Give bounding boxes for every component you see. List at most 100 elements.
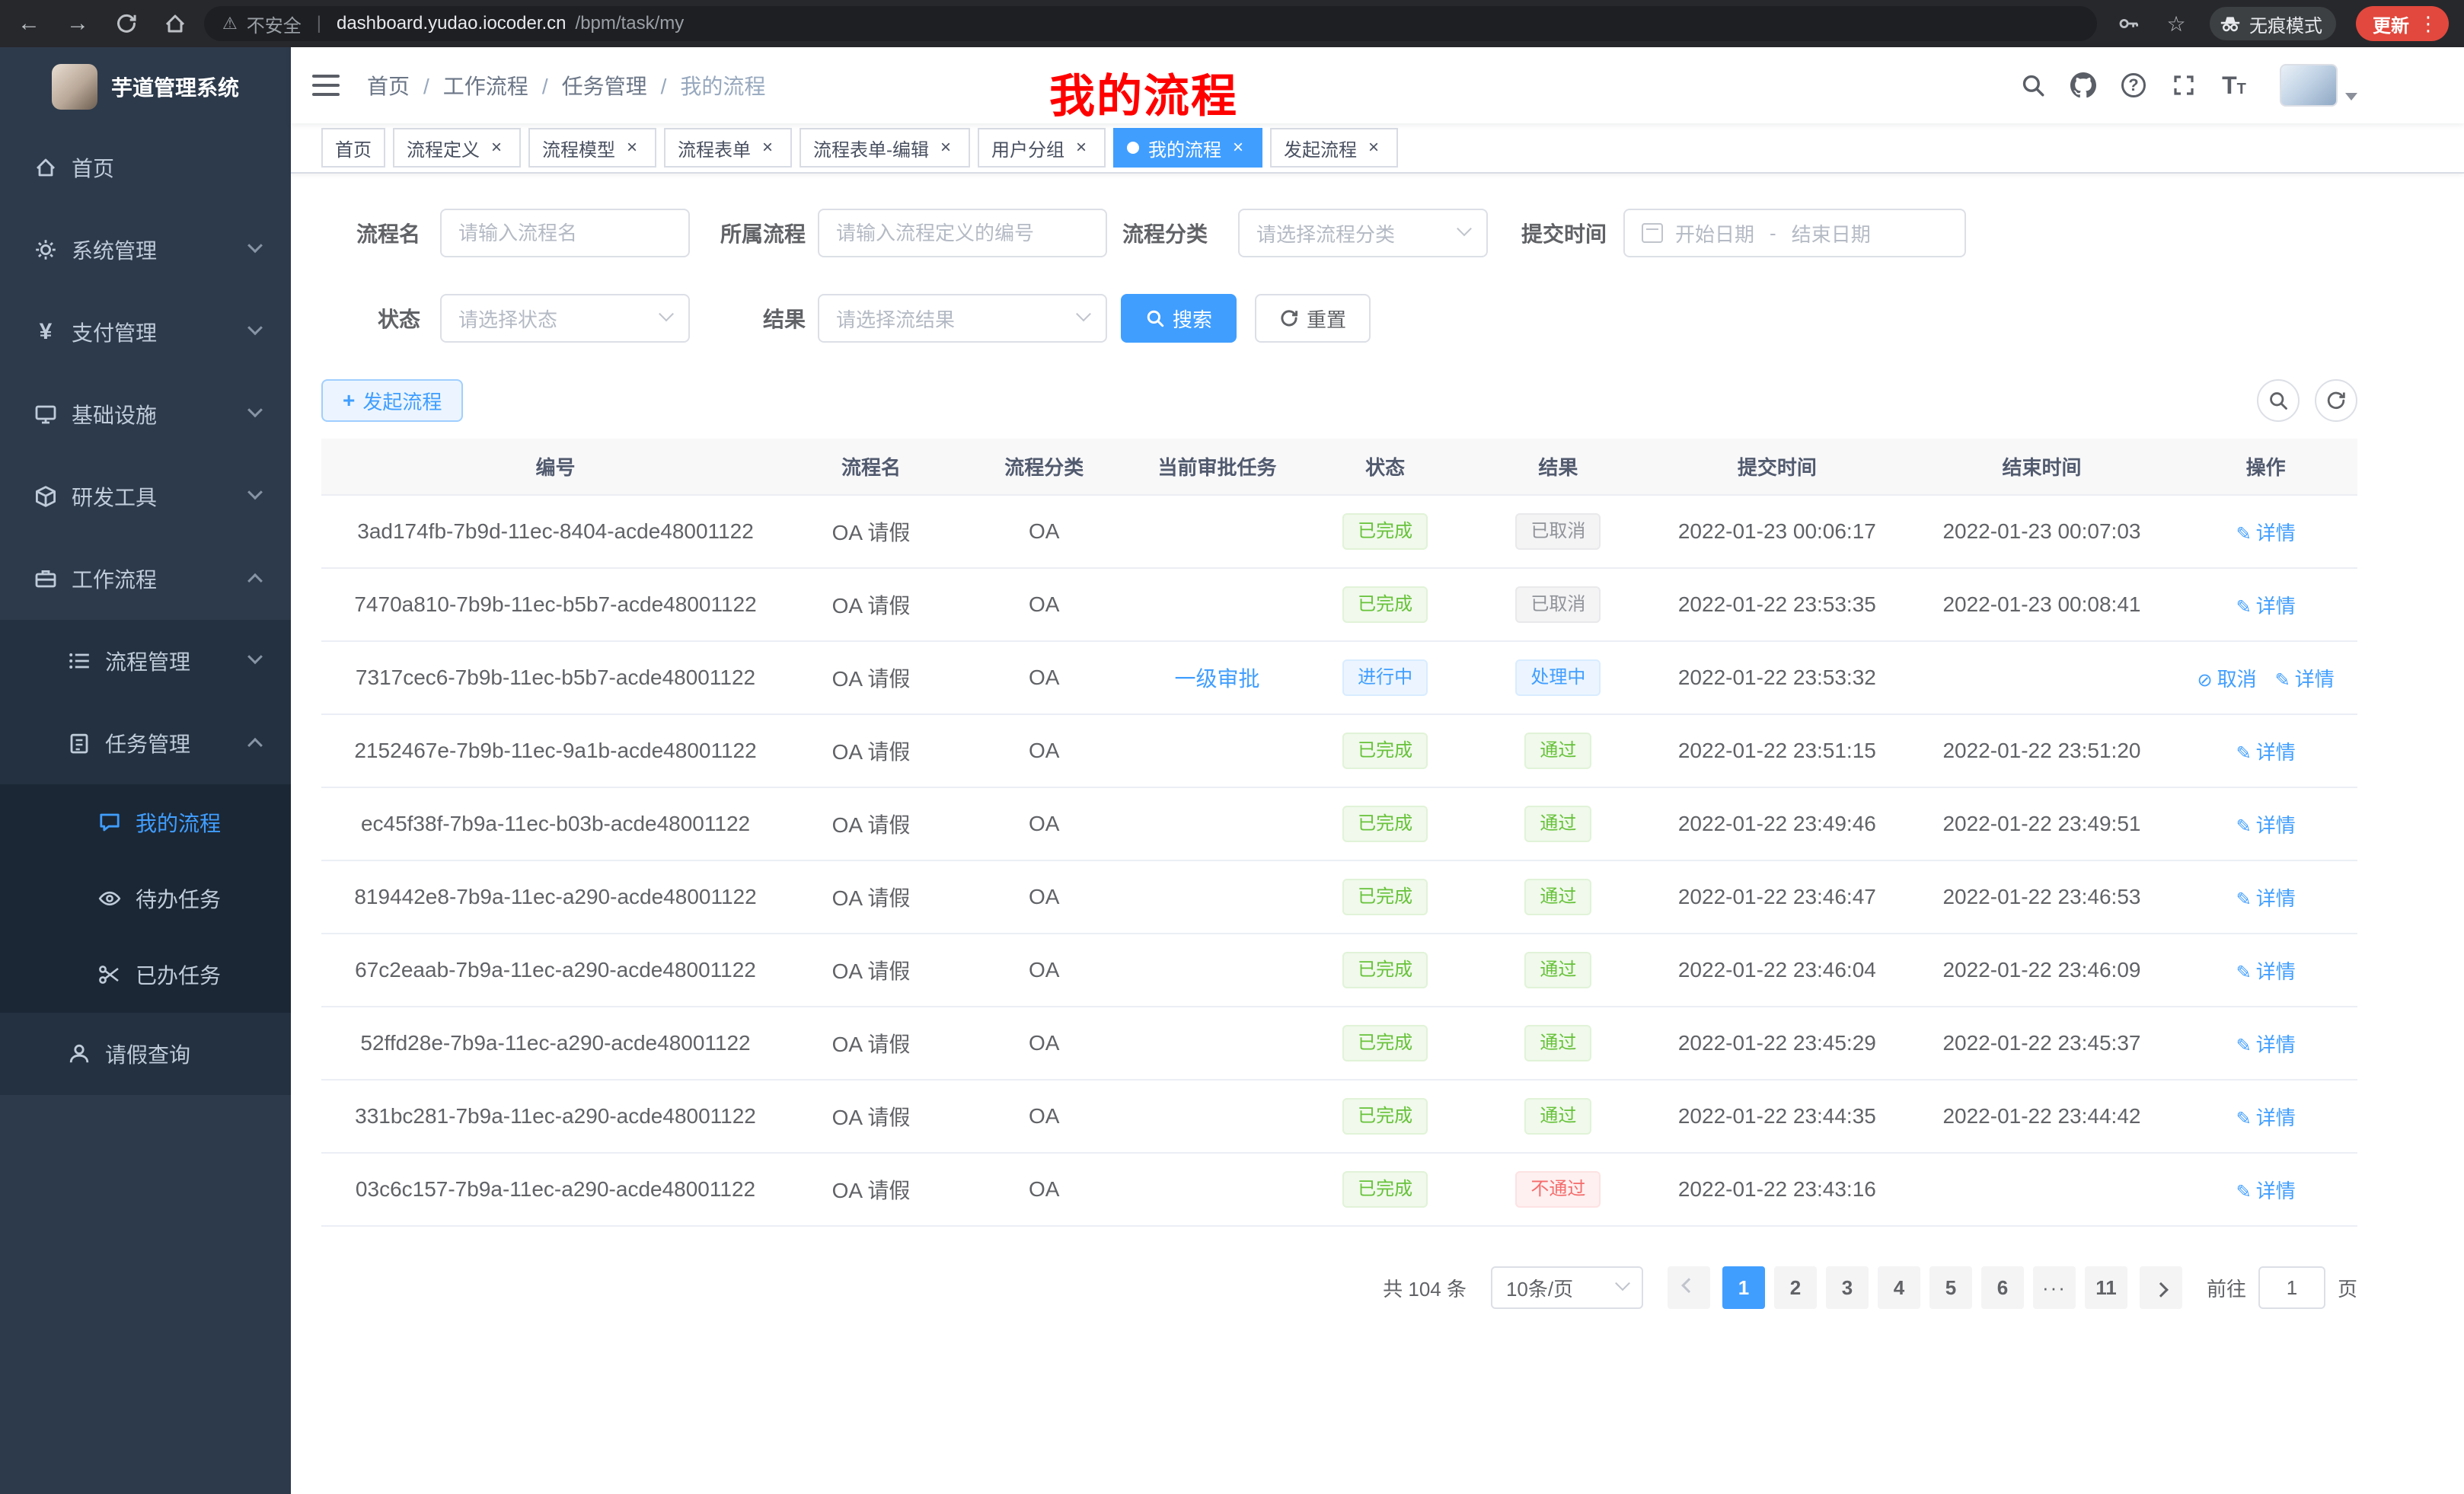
close-icon[interactable] <box>621 137 643 158</box>
tab-label: 流程表单-编辑 <box>813 135 929 161</box>
font-size-icon[interactable] <box>2220 72 2248 99</box>
cell-actions: 取消详情 <box>2174 641 2357 714</box>
password-key-icon[interactable] <box>2115 10 2143 37</box>
avatar[interactable] <box>2280 64 2338 107</box>
sidebar-item-my-process[interactable]: 我的流程 <box>0 784 291 860</box>
detail-action-link[interactable]: 详情 <box>2236 522 2296 544</box>
pagination-prev-button[interactable] <box>1668 1266 1710 1309</box>
detail-action-link[interactable]: 详情 <box>2236 887 2296 910</box>
chevron-right-icon <box>2153 1282 2169 1298</box>
browser-update-button[interactable]: 更新 <box>2356 6 2449 41</box>
sidebar-item-label: 系统管理 <box>72 235 157 265</box>
sidebar-item-todo-tasks[interactable]: 待办任务 <box>0 860 291 937</box>
breadcrumb-item[interactable]: 首页 <box>367 70 429 101</box>
detail-action-link[interactable]: 详情 <box>2236 1033 2296 1056</box>
hamburger-icon[interactable] <box>312 75 340 96</box>
result-select[interactable]: 请选择流结果 <box>818 294 1107 343</box>
tab-user-group[interactable]: 用户分组 <box>978 128 1106 168</box>
close-icon[interactable] <box>1227 137 1249 158</box>
owner-process-input[interactable] <box>836 222 1089 245</box>
current-task-link[interactable]: 一级审批 <box>1175 667 1260 691</box>
github-icon[interactable] <box>2070 72 2097 99</box>
pagination-page-5[interactable]: 5 <box>1929 1266 1972 1309</box>
reset-button[interactable]: 重置 <box>1255 294 1371 343</box>
tab-process-model[interactable]: 流程模型 <box>528 128 656 168</box>
tab-start-process[interactable]: 发起流程 <box>1270 128 1398 168</box>
sidebar-item-devtools[interactable]: 研发工具 <box>0 455 291 538</box>
breadcrumb-item[interactable]: 任务管理 <box>562 70 667 101</box>
fullscreen-icon[interactable] <box>2170 72 2197 99</box>
pagination: 共 104 条 10条/页 123456···11 前往 页 <box>321 1266 2357 1309</box>
pagination-page-4[interactable]: 4 <box>1878 1266 1920 1309</box>
sidebar-item-leave-query[interactable]: 请假查询 <box>0 1013 291 1095</box>
close-icon[interactable] <box>935 137 956 158</box>
cell-process-id: 7317cec6-7b9b-11ec-b5b7-acde48001122 <box>321 641 790 714</box>
cell-process-id: 7470a810-7b9b-11ec-b5b7-acde48001122 <box>321 568 790 641</box>
column-header: 状态 <box>1299 439 1472 495</box>
cancel-action-link[interactable]: 取消 <box>2197 668 2257 691</box>
browser-reload-icon[interactable] <box>113 10 140 37</box>
date-range-picker[interactable]: 开始日期 - 结束日期 <box>1623 209 1966 257</box>
address-bar[interactable]: 不安全 | dashboard.yudao.iocoder.cn/bpm/tas… <box>204 6 2097 41</box>
goto-page-input[interactable] <box>2258 1266 2325 1309</box>
help-icon[interactable] <box>2120 72 2147 99</box>
status-select[interactable]: 请选择状态 <box>440 294 690 343</box>
pagination-page-6[interactable]: 6 <box>1981 1266 2024 1309</box>
user-menu[interactable] <box>2280 64 2357 107</box>
show-search-button[interactable] <box>2257 379 2300 422</box>
browser-menu-icon[interactable] <box>2418 12 2438 36</box>
sidebar-item-workflow[interactable]: 工作流程 <box>0 538 291 620</box>
close-icon[interactable] <box>1363 137 1384 158</box>
page-size-select[interactable]: 10条/页 <box>1491 1266 1643 1309</box>
close-icon[interactable] <box>486 137 507 158</box>
detail-action-link[interactable]: 详情 <box>2236 741 2296 764</box>
create-process-button[interactable]: 发起流程 <box>321 379 463 422</box>
tab-process-form[interactable]: 流程表单 <box>664 128 792 168</box>
browser-forward-icon[interactable]: → <box>64 10 91 37</box>
cell-current-task <box>1136 714 1299 787</box>
category-select[interactable]: 请选择流程分类 <box>1238 209 1488 257</box>
tab-process-definition[interactable]: 流程定义 <box>393 128 521 168</box>
browser-home-icon[interactable] <box>161 10 189 37</box>
sidebar-item-home[interactable]: 首页 <box>0 126 291 209</box>
detail-action-link[interactable]: 详情 <box>2275 668 2335 691</box>
cell-actions: 详情 <box>2174 495 2357 568</box>
tab-process-form-edit[interactable]: 流程表单-编辑 <box>800 128 970 168</box>
tab-home[interactable]: 首页 <box>321 128 385 168</box>
close-icon[interactable] <box>757 137 778 158</box>
browser-back-icon[interactable]: ← <box>15 10 43 37</box>
bookmark-star-icon[interactable] <box>2162 10 2190 37</box>
cell-end-time <box>1910 641 2175 714</box>
sidebar-item-task-management[interactable]: 任务管理 <box>0 702 291 784</box>
detail-action-link[interactable]: 详情 <box>2236 960 2296 983</box>
refresh-table-button[interactable] <box>2315 379 2357 422</box>
detail-action-link[interactable]: 详情 <box>2236 595 2296 618</box>
tab-my-process[interactable]: 我的流程 <box>1113 128 1262 168</box>
process-name-input[interactable] <box>458 222 672 245</box>
breadcrumb-item[interactable]: 工作流程 <box>443 70 548 101</box>
pagination-page-1[interactable]: 1 <box>1722 1266 1765 1309</box>
cell-current-task <box>1136 1153 1299 1226</box>
pagination-next-button[interactable] <box>2140 1266 2182 1309</box>
sidebar-item-payment[interactable]: 支付管理 <box>0 291 291 373</box>
detail-action-link[interactable]: 详情 <box>2236 1180 2296 1202</box>
pagination-page-3[interactable]: 3 <box>1826 1266 1869 1309</box>
close-icon[interactable] <box>1071 137 1092 158</box>
sidebar-item-process-management[interactable]: 流程管理 <box>0 620 291 702</box>
pagination-page-2[interactable]: 2 <box>1774 1266 1817 1309</box>
pagination-more[interactable]: ··· <box>2033 1266 2076 1309</box>
search-icon[interactable] <box>2019 72 2047 99</box>
search-button[interactable]: 搜索 <box>1121 294 1237 343</box>
cell-status: 已完成 <box>1299 568 1472 641</box>
page-size-value: 10条/页 <box>1506 1274 1573 1302</box>
sidebar-item-done-tasks[interactable]: 已办任务 <box>0 937 291 1013</box>
detail-action-link[interactable]: 详情 <box>2236 1106 2296 1129</box>
cell-submit-time: 2022-01-22 23:53:35 <box>1645 568 1910 641</box>
pagination-page-11[interactable]: 11 <box>2085 1266 2127 1309</box>
detail-action-link[interactable]: 详情 <box>2236 814 2296 837</box>
sidebar-item-system[interactable]: 系统管理 <box>0 209 291 291</box>
briefcase-icon <box>34 567 58 591</box>
cell-submit-time: 2022-01-22 23:46:47 <box>1645 860 1910 934</box>
sidebar-item-label: 任务管理 <box>105 728 190 758</box>
sidebar-item-infrastructure[interactable]: 基础设施 <box>0 373 291 455</box>
